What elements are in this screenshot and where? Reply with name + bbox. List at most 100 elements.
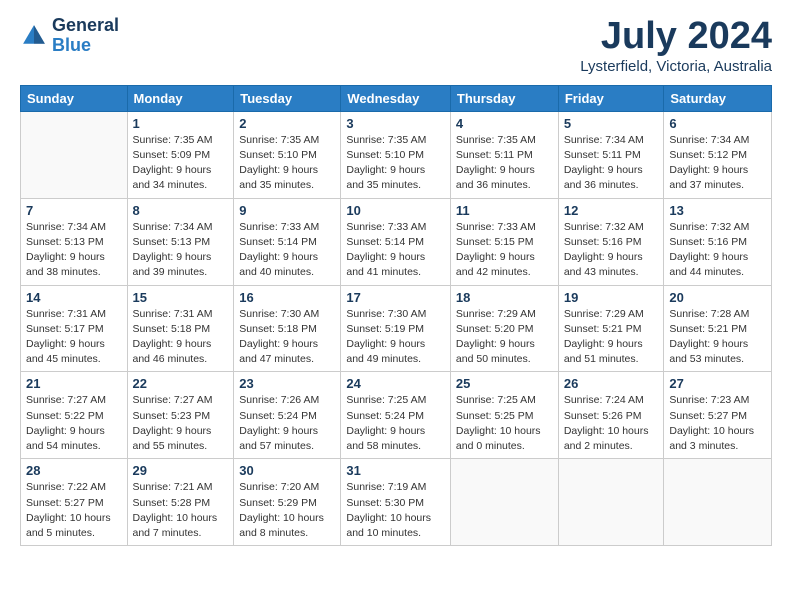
day-info: Sunrise: 7:34 AM Sunset: 5:12 PM Dayligh…	[669, 133, 766, 194]
day-cell: 17Sunrise: 7:30 AM Sunset: 5:19 PM Dayli…	[341, 285, 451, 372]
day-number: 23	[239, 376, 335, 391]
day-number: 24	[346, 376, 445, 391]
day-info: Sunrise: 7:26 AM Sunset: 5:24 PM Dayligh…	[239, 393, 335, 454]
day-number: 28	[26, 463, 122, 478]
day-info: Sunrise: 7:31 AM Sunset: 5:17 PM Dayligh…	[26, 307, 122, 368]
day-cell: 21 Sunrise: 7:27 AM Sunset: 5:22 PM Dayli…	[21, 372, 128, 459]
day-cell	[450, 459, 558, 546]
day-cell: 24 Sunrise: 7:25 AM Sunset: 5:24 PM Dayli…	[341, 372, 451, 459]
weekday-wednesday: Wednesday	[341, 85, 451, 111]
day-info: Sunrise: 7:33 AM Sunset: 5:15 PM Dayligh…	[456, 220, 553, 281]
day-info: Sunrise: 7:19 AM Sunset: 5:30 PM Dayligh…	[346, 480, 445, 541]
day-cell: 8 Sunrise: 7:34 AM Sunset: 5:13 PM Daylig…	[127, 198, 234, 285]
weekday-sunday: Sunday	[21, 85, 128, 111]
week-row-4: 21 Sunrise: 7:27 AM Sunset: 5:22 PM Dayli…	[21, 372, 772, 459]
day-cell	[664, 459, 772, 546]
day-cell: 25Sunrise: 7:25 AM Sunset: 5:25 PM Dayli…	[450, 372, 558, 459]
title-block: July 2024 Lysterfield, Victoria, Austral…	[580, 16, 772, 75]
day-number: 26	[564, 376, 659, 391]
day-info: Sunrise: 7:33 AM Sunset: 5:14 PM Dayligh…	[239, 220, 335, 281]
day-info: Sunrise: 7:31 AM Sunset: 5:18 PM Dayligh…	[133, 307, 229, 368]
day-cell: 31 Sunrise: 7:19 AM Sunset: 5:30 PM Dayli…	[341, 459, 451, 546]
day-cell: 11 Sunrise: 7:33 AM Sunset: 5:15 PM Dayli…	[450, 198, 558, 285]
weekday-tuesday: Tuesday	[234, 85, 341, 111]
day-cell: 14 Sunrise: 7:31 AM Sunset: 5:17 PM Dayli…	[21, 285, 128, 372]
weekday-header-row: SundayMondayTuesdayWednesdayThursdayFrid…	[21, 85, 772, 111]
weekday-saturday: Saturday	[664, 85, 772, 111]
month-title: July 2024	[580, 16, 772, 58]
day-number: 21	[26, 376, 122, 391]
week-row-5: 28 Sunrise: 7:22 AM Sunset: 5:27 PM Dayli…	[21, 459, 772, 546]
day-info: Sunrise: 7:34 AM Sunset: 5:13 PM Dayligh…	[133, 220, 229, 281]
day-cell: 1Sunrise: 7:35 AM Sunset: 5:09 PM Daylig…	[127, 111, 234, 198]
day-cell: 6 Sunrise: 7:34 AM Sunset: 5:12 PM Daylig…	[664, 111, 772, 198]
day-cell: 26 Sunrise: 7:24 AM Sunset: 5:26 PM Dayli…	[558, 372, 664, 459]
day-number: 20	[669, 290, 766, 305]
day-cell	[558, 459, 664, 546]
logo: General Blue	[20, 16, 119, 56]
day-cell: 12 Sunrise: 7:32 AM Sunset: 5:16 PM Dayli…	[558, 198, 664, 285]
day-cell: 7Sunrise: 7:34 AM Sunset: 5:13 PM Daylig…	[21, 198, 128, 285]
day-cell: 23 Sunrise: 7:26 AM Sunset: 5:24 PM Dayli…	[234, 372, 341, 459]
day-number: 18	[456, 290, 553, 305]
day-number: 10	[346, 203, 445, 218]
day-number: 11	[456, 203, 553, 218]
day-number: 8	[133, 203, 229, 218]
day-info: Sunrise: 7:30 AM Sunset: 5:19 PM Dayligh…	[346, 307, 445, 368]
day-cell: 27Sunrise: 7:23 AM Sunset: 5:27 PM Dayli…	[664, 372, 772, 459]
day-number: 19	[564, 290, 659, 305]
day-info: Sunrise: 7:35 AM Sunset: 5:10 PM Dayligh…	[346, 133, 445, 194]
day-number: 6	[669, 116, 766, 131]
day-cell: 15 Sunrise: 7:31 AM Sunset: 5:18 PM Dayli…	[127, 285, 234, 372]
day-info: Sunrise: 7:33 AM Sunset: 5:14 PM Dayligh…	[346, 220, 445, 281]
day-number: 12	[564, 203, 659, 218]
day-cell	[21, 111, 128, 198]
day-cell: 4 Sunrise: 7:35 AM Sunset: 5:11 PM Daylig…	[450, 111, 558, 198]
day-number: 4	[456, 116, 553, 131]
day-info: Sunrise: 7:27 AM Sunset: 5:23 PM Dayligh…	[133, 393, 229, 454]
logo-icon	[20, 22, 48, 50]
day-cell: 30 Sunrise: 7:20 AM Sunset: 5:29 PM Dayli…	[234, 459, 341, 546]
day-number: 2	[239, 116, 335, 131]
day-number: 25	[456, 376, 553, 391]
day-number: 15	[133, 290, 229, 305]
day-info: Sunrise: 7:34 AM Sunset: 5:11 PM Dayligh…	[564, 133, 659, 194]
week-row-3: 14 Sunrise: 7:31 AM Sunset: 5:17 PM Dayli…	[21, 285, 772, 372]
day-cell: 13Sunrise: 7:32 AM Sunset: 5:16 PM Dayli…	[664, 198, 772, 285]
day-cell: 29Sunrise: 7:21 AM Sunset: 5:28 PM Dayli…	[127, 459, 234, 546]
day-info: Sunrise: 7:29 AM Sunset: 5:20 PM Dayligh…	[456, 307, 553, 368]
day-cell: 2 Sunrise: 7:35 AM Sunset: 5:10 PM Daylig…	[234, 111, 341, 198]
day-info: Sunrise: 7:32 AM Sunset: 5:16 PM Dayligh…	[564, 220, 659, 281]
day-info: Sunrise: 7:25 AM Sunset: 5:24 PM Dayligh…	[346, 393, 445, 454]
day-cell: 19Sunrise: 7:29 AM Sunset: 5:21 PM Dayli…	[558, 285, 664, 372]
day-number: 14	[26, 290, 122, 305]
day-cell: 3 Sunrise: 7:35 AM Sunset: 5:10 PM Daylig…	[341, 111, 451, 198]
day-info: Sunrise: 7:28 AM Sunset: 5:21 PM Dayligh…	[669, 307, 766, 368]
day-info: Sunrise: 7:32 AM Sunset: 5:16 PM Dayligh…	[669, 220, 766, 281]
day-cell: 16Sunrise: 7:30 AM Sunset: 5:18 PM Dayli…	[234, 285, 341, 372]
day-info: Sunrise: 7:24 AM Sunset: 5:26 PM Dayligh…	[564, 393, 659, 454]
day-number: 9	[239, 203, 335, 218]
day-number: 3	[346, 116, 445, 131]
day-cell: 20 Sunrise: 7:28 AM Sunset: 5:21 PM Dayli…	[664, 285, 772, 372]
day-cell: 18 Sunrise: 7:29 AM Sunset: 5:20 PM Dayli…	[450, 285, 558, 372]
day-number: 5	[564, 116, 659, 131]
day-cell: 28 Sunrise: 7:22 AM Sunset: 5:27 PM Dayli…	[21, 459, 128, 546]
weekday-friday: Friday	[558, 85, 664, 111]
day-info: Sunrise: 7:20 AM Sunset: 5:29 PM Dayligh…	[239, 480, 335, 541]
weekday-thursday: Thursday	[450, 85, 558, 111]
day-number: 1	[133, 116, 229, 131]
day-info: Sunrise: 7:22 AM Sunset: 5:27 PM Dayligh…	[26, 480, 122, 541]
header: General Blue July 2024 Lysterfield, Vict…	[20, 16, 772, 75]
day-number: 22	[133, 376, 229, 391]
day-info: Sunrise: 7:30 AM Sunset: 5:18 PM Dayligh…	[239, 307, 335, 368]
day-info: Sunrise: 7:27 AM Sunset: 5:22 PM Dayligh…	[26, 393, 122, 454]
location-title: Lysterfield, Victoria, Australia	[580, 58, 772, 75]
weekday-monday: Monday	[127, 85, 234, 111]
day-number: 31	[346, 463, 445, 478]
day-cell: 22 Sunrise: 7:27 AM Sunset: 5:23 PM Dayli…	[127, 372, 234, 459]
day-number: 30	[239, 463, 335, 478]
day-info: Sunrise: 7:35 AM Sunset: 5:11 PM Dayligh…	[456, 133, 553, 194]
day-number: 27	[669, 376, 766, 391]
day-info: Sunrise: 7:35 AM Sunset: 5:10 PM Dayligh…	[239, 133, 335, 194]
